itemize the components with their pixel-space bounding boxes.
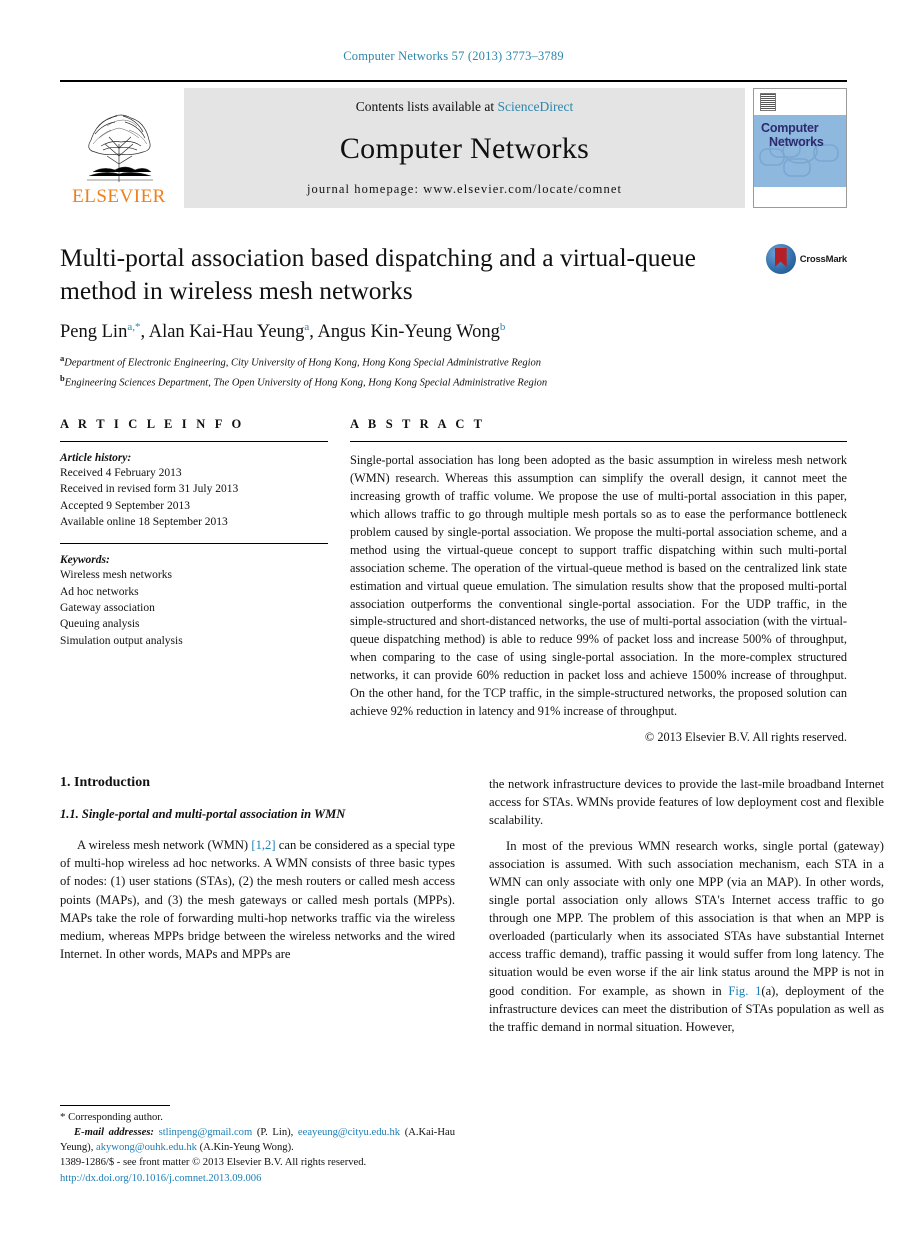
cover-title-word-1: Computer [761, 121, 819, 135]
divider [60, 440, 328, 442]
history-item: Available online 18 September 2013 [60, 515, 228, 528]
page-footer: 1389-1286/$ - see front matter © 2013 El… [60, 1155, 455, 1186]
contents-available-line: Contents lists available at ScienceDirec… [356, 99, 573, 115]
section-heading-introduction: 1. Introduction [60, 775, 150, 791]
running-head: Computer Networks 57 (2013) 3773–3789 [343, 49, 564, 63]
keyword-item: Wireless mesh networks [60, 569, 172, 582]
author-name: Angus Kin-Yeung Wong [317, 322, 500, 343]
email-link[interactable]: eeayeung@cityu.edu.hk [298, 1127, 400, 1138]
abstract-column: A B S T R A C T Single-portal associatio… [350, 417, 847, 745]
history-item: Received in revised form 31 July 2013 [60, 483, 239, 496]
article-body: 1. Introduction 1.1. Single-portal and m… [60, 775, 884, 1155]
affiliation-text: Engineering Sciences Department, The Ope… [64, 377, 548, 389]
paragraph-text-pre: In most of the previous WMN research wor… [489, 838, 884, 998]
cover-publisher-glyph-icon [760, 93, 776, 111]
keyword-item: Gateway association [60, 601, 155, 614]
corresponding-author-text: Corresponding author. [68, 1111, 163, 1123]
paragraph: the network infrastructure devices to pr… [489, 777, 884, 828]
history-item: Received 4 February 2013 [60, 466, 182, 479]
cover-top-band [754, 89, 846, 115]
body-column-right: the network infrastructure devices to pr… [489, 775, 884, 1155]
elsevier-tree-icon [87, 114, 153, 182]
page-title: Multi-portal association based dispatchi… [60, 243, 696, 305]
affiliation-item: bEngineering Sciences Department, The Op… [60, 372, 757, 391]
paragraph: A wireless mesh network (WMN) [1,2] can … [60, 836, 455, 963]
crossmark-icon [765, 244, 796, 274]
author-affil-marker[interactable]: a [304, 321, 309, 333]
keywords-block: Keywords: Wireless mesh networks Ad hoc … [60, 543, 328, 649]
abstract-heading: A B S T R A C T [350, 416, 486, 431]
email-person: (P. Lin) [256, 1127, 291, 1139]
keyword-item: Ad hoc networks [60, 585, 139, 598]
issn-copyright-line: 1389-1286/$ - see front matter © 2013 El… [60, 1157, 367, 1169]
crossmark-label: CrossMark [799, 253, 848, 265]
article-history-list: Received 4 February 2013 Received in rev… [60, 465, 328, 530]
keyword-item: Queuing analysis [60, 618, 140, 631]
keywords-label: Keywords: [60, 554, 110, 567]
affiliation-item: aDepartment of Electronic Engineering, C… [60, 352, 757, 371]
footnote-divider [60, 1104, 170, 1106]
article-title-block: Multi-portal association based dispatchi… [60, 242, 847, 391]
author-affil-marker[interactable]: b [500, 321, 506, 333]
journal-homepage[interactable]: journal homepage: www.elsevier.com/locat… [307, 182, 622, 197]
sciencedirect-link[interactable]: ScienceDirect [498, 99, 574, 114]
email-link[interactable]: akywong@ouhk.edu.hk [96, 1142, 197, 1153]
article-info-column: A R T I C L E I N F O Article history: R… [60, 417, 328, 745]
corresponding-author-note: * Corresponding author. [60, 1110, 455, 1126]
author-name: Alan Kai-Hau Yeung [148, 322, 305, 343]
contents-banner: Contents lists available at ScienceDirec… [184, 88, 745, 208]
article-page: Computer Networks 57 (2013) 3773–3789 EL… [0, 0, 907, 1238]
footnote-block: * Corresponding author. E-mail addresses… [60, 1104, 455, 1156]
email-link[interactable]: stlinpeng@gmail.com [159, 1127, 253, 1138]
author-affil-marker[interactable]: a,* [127, 321, 140, 333]
author-name: Peng Lin [60, 322, 128, 343]
article-info-heading: A R T I C L E I N F O [60, 416, 245, 431]
keyword-item: Simulation output analysis [60, 634, 183, 647]
asterisk-icon: * [60, 1110, 66, 1123]
figure-reference-link[interactable]: Fig. 1 [728, 984, 761, 998]
contents-prefix: Contents lists available at [355, 99, 495, 114]
crossmark-badge[interactable]: CrossMark [765, 244, 848, 274]
cover-journal-title: Computer Networks [761, 121, 824, 150]
email-label: E-mail addresses: [74, 1127, 154, 1139]
body-column-left: 1. Introduction 1.1. Single-portal and m… [60, 775, 455, 1155]
subsection-heading: 1.1. Single-portal and multi-portal asso… [60, 807, 346, 822]
cover-art-band: Computer Networks [754, 115, 846, 187]
cover-bottom-band [754, 187, 846, 207]
cover-title-word-2: Networks [769, 135, 824, 150]
article-history-label: Article history: [60, 451, 132, 464]
journal-masthead: ELSEVIER Contents lists available at Sci… [60, 80, 847, 208]
doi-link[interactable]: http://dx.doi.org/10.1016/j.comnet.2013.… [60, 1171, 455, 1186]
paragraph: In most of the previous WMN research wor… [489, 837, 884, 1036]
email-person: (A.Kin-Yeung Wong) [199, 1142, 292, 1154]
history-item: Accepted 9 September 2013 [60, 499, 190, 512]
author-list: Peng Lina,*, Alan Kai-Hau Yeunga, Angus … [60, 321, 506, 343]
abstract-copyright: © 2013 Elsevier B.V. All rights reserved… [644, 730, 847, 745]
journal-cover-thumbnail: Computer Networks [753, 88, 847, 208]
paragraph-text-post: can be considered as a special type of m… [60, 838, 455, 961]
paragraph-text-pre: A wireless mesh network (WMN) [77, 838, 252, 853]
divider [60, 543, 328, 545]
affiliation-list: aDepartment of Electronic Engineering, C… [60, 352, 757, 391]
elsevier-logo: ELSEVIER [60, 88, 178, 208]
keywords-list: Wireless mesh networks Ad hoc networks G… [60, 567, 328, 649]
abstract-text: Single-portal association has long been … [350, 452, 847, 719]
journal-title: Computer Networks [339, 131, 590, 165]
info-abstract-section: A R T I C L E I N F O Article history: R… [60, 417, 847, 745]
divider [350, 440, 847, 442]
citation-link[interactable]: [1,2] [251, 838, 275, 852]
elsevier-wordmark: ELSEVIER [72, 186, 166, 207]
email-addresses-note: E-mail addresses: stlinpeng@gmail.com (P… [60, 1127, 455, 1154]
affiliation-text: Department of Electronic Engineering, Ci… [64, 357, 542, 369]
